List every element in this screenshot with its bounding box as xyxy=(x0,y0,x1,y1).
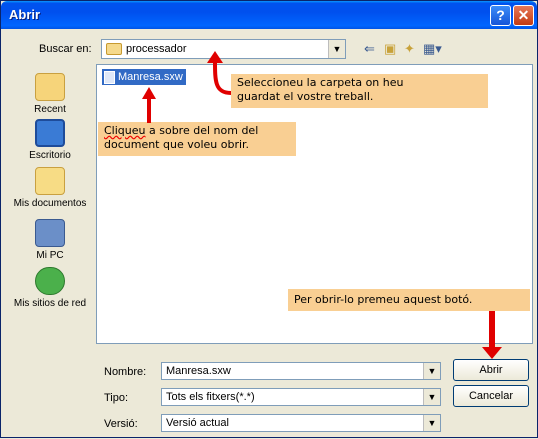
version-label: Versió: xyxy=(104,418,138,430)
chevron-down-icon[interactable]: ▼ xyxy=(423,389,440,405)
version-select[interactable]: Versió actual ▼ xyxy=(161,414,441,432)
open-dialog: Abrir ? ✕ Buscar en: processador ▼ ⇐ ▣ ✦… xyxy=(0,0,538,438)
name-label: Nombre: xyxy=(104,366,147,378)
type-label: Tipo: xyxy=(104,392,129,404)
open-button[interactable]: Abrir xyxy=(453,359,529,381)
file-name-value: Manresa.sxw xyxy=(166,365,231,377)
arrowhead-open xyxy=(482,347,502,359)
chevron-down-icon[interactable]: ▼ xyxy=(423,415,440,431)
file-type-select[interactable]: Tots els fitxers(*.*) ▼ xyxy=(161,388,441,406)
file-name-field[interactable]: Manresa.sxw ▼ xyxy=(161,362,441,380)
chevron-down-icon[interactable]: ▼ xyxy=(423,363,440,379)
arrowhead-folder xyxy=(207,51,223,63)
version-value: Versió actual xyxy=(166,417,229,429)
arrowhead-file xyxy=(142,87,156,99)
arrow-to-open xyxy=(489,311,495,349)
arrow-to-folder xyxy=(213,60,232,95)
file-type-value: Tots els fitxers(*.*) xyxy=(166,391,255,403)
cancel-button[interactable]: Cancelar xyxy=(453,385,529,407)
arrow-to-file xyxy=(147,97,151,123)
